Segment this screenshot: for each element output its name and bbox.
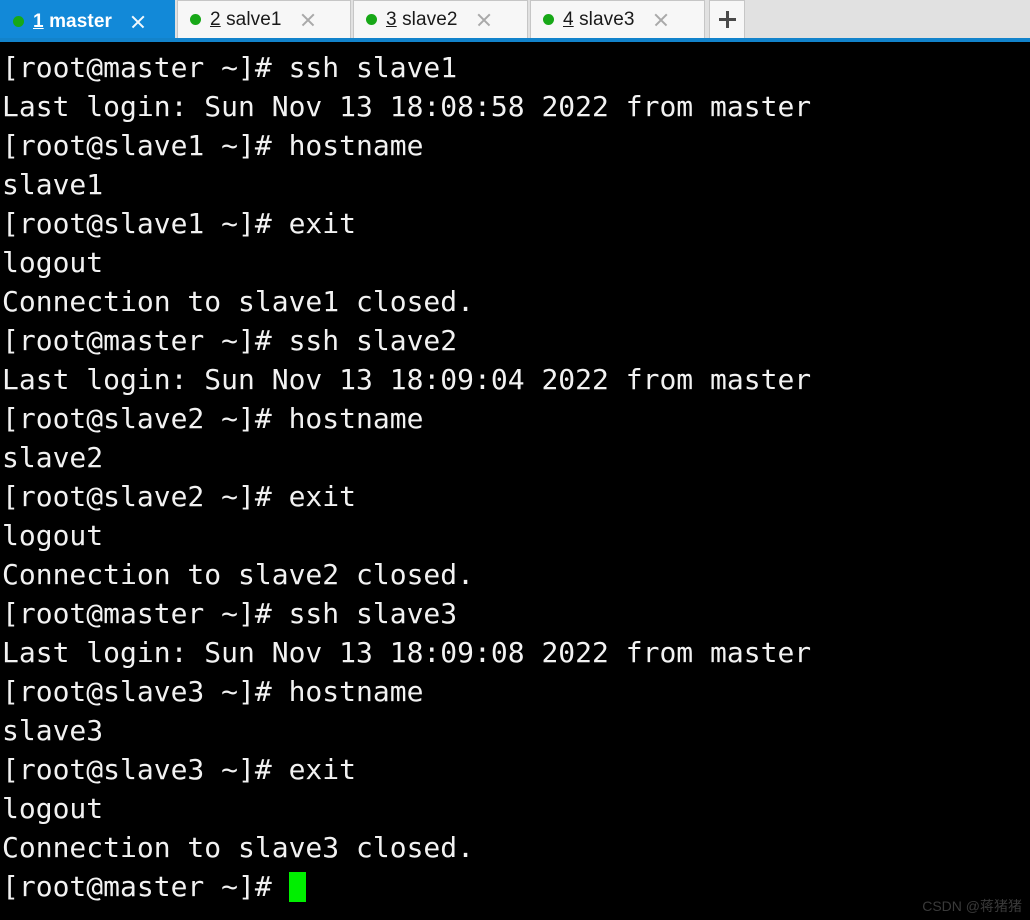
terminal-line: [root@slave2 ~]# exit <box>2 480 357 513</box>
terminal-line: Last login: Sun Nov 13 18:09:08 2022 fro… <box>2 636 812 669</box>
close-icon[interactable] <box>651 10 671 30</box>
tab-slave2-label: 3 slave2 <box>386 9 458 31</box>
tab-bar: 1 master 2 salve1 3 slave2 4 slave3 <box>0 0 1030 42</box>
terminal-line: logout <box>2 246 104 279</box>
terminal-window: 1 master 2 salve1 3 slave2 4 slave3 [roo… <box>0 0 1030 920</box>
tab-slave3-label: 4 slave3 <box>563 9 635 31</box>
close-icon[interactable] <box>298 10 318 30</box>
tab-salve1-name: salve1 <box>226 8 282 30</box>
tab-salve1-index: 2 <box>210 8 221 30</box>
terminal-line: slave2 <box>2 441 104 474</box>
terminal-cursor <box>288 871 306 902</box>
terminal-line: [root@master ~]# ssh slave2 <box>2 324 458 357</box>
plus-icon <box>718 11 736 28</box>
status-dot-icon <box>13 16 24 27</box>
tab-slave3-index: 4 <box>563 8 574 30</box>
terminal-line: [root@slave1 ~]# hostname <box>2 129 424 162</box>
tab-slave3[interactable]: 4 slave3 <box>530 0 705 38</box>
tab-slave2-name: slave2 <box>402 8 458 30</box>
terminal-line: [root@slave2 ~]# hostname <box>2 402 424 435</box>
status-dot-icon <box>366 14 377 25</box>
terminal-line: [root@master ~]# ssh slave3 <box>2 597 458 630</box>
terminal-line: slave1 <box>2 168 104 201</box>
watermark: CSDN @蒋猪猪 <box>922 898 1022 914</box>
terminal-prompt-line: [root@master ~]# <box>2 867 1030 906</box>
tab-slave2[interactable]: 3 slave2 <box>353 0 528 38</box>
tab-master-label: 1 master <box>33 11 112 33</box>
tab-bar-empty-area <box>745 0 1030 38</box>
terminal-line: Last login: Sun Nov 13 18:09:04 2022 fro… <box>2 363 812 396</box>
close-icon[interactable] <box>128 12 148 32</box>
tab-master-name: master <box>49 10 112 32</box>
tab-slave3-name: slave3 <box>579 8 635 30</box>
new-tab-button[interactable] <box>709 0 745 38</box>
terminal-line: logout <box>2 792 104 825</box>
terminal-line: [root@slave3 ~]# hostname <box>2 675 424 708</box>
tab-master-index: 1 <box>33 10 44 32</box>
terminal-line: logout <box>2 519 104 552</box>
tab-slave2-index: 3 <box>386 8 397 30</box>
terminal-line: [root@master ~]# ssh slave1 <box>2 51 458 84</box>
tab-salve1-label: 2 salve1 <box>210 9 282 31</box>
tab-salve1[interactable]: 2 salve1 <box>177 0 351 38</box>
terminal-line: Connection to slave3 closed. <box>2 831 475 864</box>
close-icon[interactable] <box>474 10 494 30</box>
terminal-line: Last login: Sun Nov 13 18:08:58 2022 fro… <box>2 90 812 123</box>
terminal-line: [root@slave1 ~]# exit <box>2 207 357 240</box>
terminal-prompt: [root@master ~]# <box>2 870 289 903</box>
terminal-line: [root@slave3 ~]# exit <box>2 753 357 786</box>
terminal-output[interactable]: [root@master ~]# ssh slave1 Last login: … <box>0 42 1030 920</box>
status-dot-icon <box>190 14 201 25</box>
tab-master[interactable]: 1 master <box>0 0 175 42</box>
terminal-line: Connection to slave1 closed. <box>2 285 475 318</box>
terminal-line: Connection to slave2 closed. <box>2 558 475 591</box>
status-dot-icon <box>543 14 554 25</box>
terminal-line: slave3 <box>2 714 104 747</box>
